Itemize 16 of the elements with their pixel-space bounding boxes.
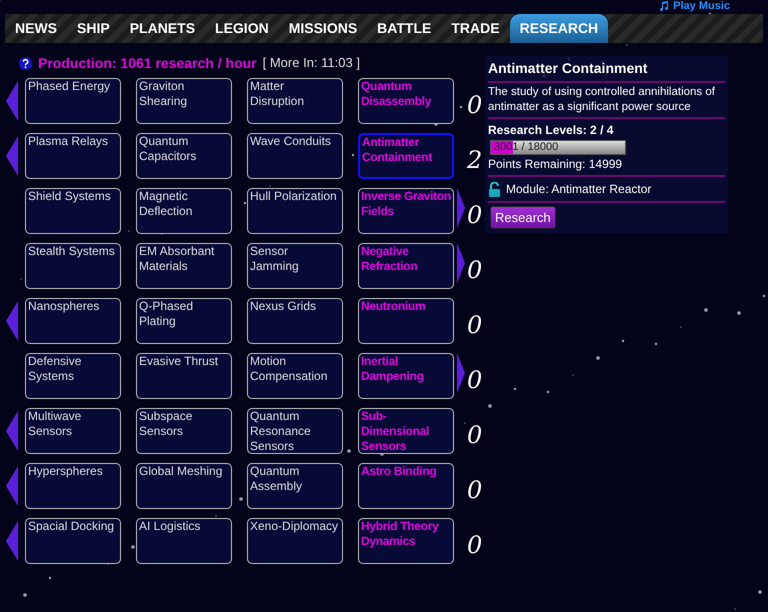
level-count: 0 <box>467 365 482 396</box>
level-count: 0 <box>467 255 482 286</box>
level-count: 0 <box>467 200 482 231</box>
research-levels: Research Levels: 2 / 4 <box>488 122 614 139</box>
level-count: 0 <box>467 90 482 121</box>
detail-title: Antimatter Containment <box>488 58 725 83</box>
level-count: 0 <box>467 530 482 561</box>
level-count: 2 <box>467 145 482 176</box>
level-count: 0 <box>467 475 482 506</box>
detail-description: The study of using controlled annihilations of antimatter as a significant power source <box>488 83 725 119</box>
module-text: Module: Antimatter Reactor <box>506 181 652 198</box>
production-rate: Production: 1061 research / hour <box>38 54 257 72</box>
level-count: 0 <box>467 420 482 451</box>
points-remaining: Points Remaining: 14999 <box>488 155 725 177</box>
timer-text: [ More In: 11:03 ] <box>262 54 360 72</box>
level-count: 0 <box>467 310 482 341</box>
